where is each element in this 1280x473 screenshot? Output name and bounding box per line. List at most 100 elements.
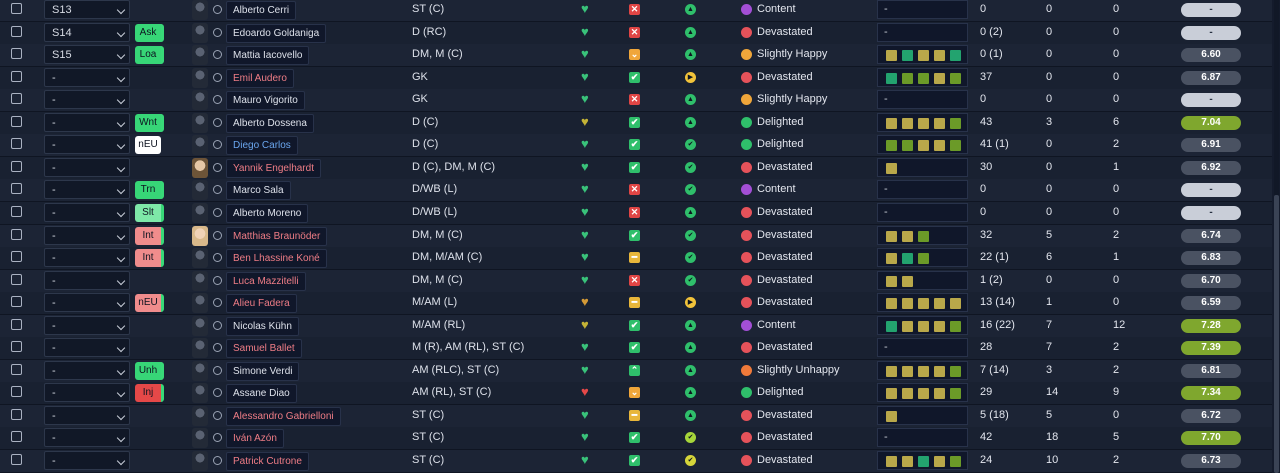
player-name[interactable]: Alberto Dossena xyxy=(226,113,314,133)
row-checkbox[interactable] xyxy=(11,3,22,14)
role-badge[interactable]: Inj xyxy=(135,384,164,403)
player-name[interactable]: Mauro Vigorito xyxy=(226,91,305,111)
row-checkbox[interactable] xyxy=(11,228,22,240)
role-badge[interactable]: Wnt xyxy=(135,113,164,132)
squad-number-select[interactable]: S14 xyxy=(44,22,130,42)
table-row[interactable]: S13 Alberto Cerri ST (C) ♥ ✕ ▲ Content - 0 0 0 - xyxy=(0,0,1272,22)
player-name[interactable]: Alessandro Gabrielloni xyxy=(226,406,341,426)
table-row[interactable]: - Emil Audero GK ♥ ✔ ▶ Devastated 37 0 0 6.87 xyxy=(0,66,1272,90)
player-name[interactable]: Assane Diao xyxy=(226,384,297,404)
table-row[interactable]: - Alessandro Gabrielloni ST (C) ♥ ━ ▲ Devastat… xyxy=(0,404,1272,428)
table-row[interactable]: - Patrick Cutrone ST (C) ♥ ✔ ✔ Devastated 24 10 2… xyxy=(0,450,1272,473)
squad-number-select[interactable]: - xyxy=(44,405,130,425)
player-name[interactable]: Marco Sala xyxy=(226,181,291,201)
squad-number-select[interactable]: S13 xyxy=(44,0,130,19)
squad-number-select[interactable]: - xyxy=(44,360,130,380)
squad-number-select[interactable]: - xyxy=(44,112,130,132)
row-checkbox[interactable] xyxy=(11,431,22,443)
squad-number-select[interactable]: - xyxy=(44,383,130,403)
row-checkbox[interactable] xyxy=(11,273,22,285)
role-badge[interactable]: Ask xyxy=(135,23,164,42)
table-row[interactable]: - Wnt Alberto Dossena D (C) ♥ ✔ ▲ Delighted 43 3 6… xyxy=(0,111,1272,135)
squad-number-select[interactable]: - xyxy=(44,135,130,155)
squad-number-select[interactable]: - xyxy=(44,248,130,268)
row-checkbox[interactable] xyxy=(11,115,22,127)
player-name[interactable]: Alberto Moreno xyxy=(226,203,309,223)
table-row[interactable]: - Trn Marco Sala D/WB (L) ♥ ✕ ✔ Content - 0 0 0 - xyxy=(0,179,1272,203)
row-checkbox[interactable] xyxy=(11,138,22,150)
table-row[interactable]: - Int Ben Lhassine Koné DM, M/AM (C) ♥ ━ ✔ Deva… xyxy=(0,247,1272,271)
table-row[interactable]: - Yannik Engelhardt D (C), DM, M (C) ♥ ✔ ✔ Dev… xyxy=(0,156,1272,180)
table-row[interactable]: - Luca Mazzitelli DM, M (C) ♥ ✕ ✔ Devastated 1 … xyxy=(0,269,1272,293)
player-name[interactable]: Edoardo Goldaniga xyxy=(226,23,327,43)
table-row[interactable]: - Slt Alberto Moreno D/WB (L) ♥ ✕ ▲ Devastated -… xyxy=(0,201,1272,225)
role-badge[interactable]: Trn xyxy=(135,181,164,200)
player-name[interactable]: Mattia Iacovello xyxy=(226,46,310,66)
row-checkbox[interactable] xyxy=(11,251,22,263)
morale-face-icon xyxy=(741,184,752,196)
player-name[interactable]: Matthias Braunöder xyxy=(226,226,328,246)
row-checkbox[interactable] xyxy=(11,93,22,105)
table-row[interactable]: - Mauro Vigorito GK ♥ ✕ ▲ Slightly Happy - 0 0 0 - xyxy=(0,89,1272,113)
squad-number-select[interactable]: - xyxy=(44,225,130,245)
table-row[interactable]: - Inj Assane Diao AM (RL), ST (C) ♥ ⌄ ▲ Delight… xyxy=(0,382,1272,406)
table-row[interactable]: - nEU Alieu Fadera M/AM (L) ♥ ━ ▶ Devastated 13 … xyxy=(0,292,1272,316)
player-name[interactable]: Ben Lhassine Koné xyxy=(226,249,327,269)
role-badge[interactable]: nEU xyxy=(135,136,161,155)
squad-number-select[interactable]: - xyxy=(44,180,130,200)
row-checkbox[interactable] xyxy=(11,70,22,82)
table-row[interactable]: - nEU Diego Carlos D (C) ♥ ✔ ✔ Delighted 41 (1) 0… xyxy=(0,134,1272,158)
player-name[interactable]: Iván Azón xyxy=(226,429,284,449)
player-name[interactable]: Simone Verdi xyxy=(226,361,300,381)
table-row[interactable]: - Iván Azón ST (C) ♥ ✔ ✔ Devastated - 42 18 5 7.70 xyxy=(0,427,1272,451)
scrollbar-thumb[interactable] xyxy=(1274,195,1279,473)
table-row[interactable]: - Nicolas Kühn M/AM (RL) ♥ ✔ ▲ Content 16 (22) 7… xyxy=(0,314,1272,338)
player-name[interactable]: Emil Audero xyxy=(226,68,294,88)
player-name[interactable]: Patrick Cutrone xyxy=(226,452,309,471)
row-checkbox[interactable] xyxy=(11,341,22,353)
role-badge[interactable]: nEU xyxy=(135,294,164,313)
row-checkbox[interactable] xyxy=(11,318,22,330)
squad-number-select[interactable]: - xyxy=(44,428,130,448)
squad-number-select[interactable]: - xyxy=(44,67,130,87)
vertical-scrollbar[interactable] xyxy=(1274,0,1279,473)
row-checkbox[interactable] xyxy=(11,160,22,172)
role-badge[interactable]: Loa xyxy=(135,46,164,65)
table-row[interactable]: S14 Ask Edoardo Goldaniga D (RC) ♥ ✕ ▲ Devastat… xyxy=(0,21,1272,45)
form-block xyxy=(886,140,897,152)
player-name[interactable]: Nicolas Kühn xyxy=(226,316,299,336)
row-checkbox[interactable] xyxy=(11,205,22,217)
role-badge[interactable]: Int xyxy=(135,226,164,245)
table-row[interactable]: - Samuel Ballet M (R), AM (RL), ST (C) ♥ ✔ ▲ D… xyxy=(0,337,1272,361)
row-checkbox[interactable] xyxy=(11,48,22,60)
row-checkbox[interactable] xyxy=(11,408,22,420)
squad-number-select[interactable]: - xyxy=(44,90,130,110)
squad-number-select[interactable]: - xyxy=(44,338,130,358)
squad-number-select[interactable]: - xyxy=(44,270,130,290)
player-name[interactable]: Yannik Engelhardt xyxy=(226,158,321,178)
squad-number-select[interactable]: - xyxy=(44,451,130,470)
player-name[interactable]: Luca Mazzitelli xyxy=(226,271,306,291)
squad-number-select[interactable]: - xyxy=(44,202,130,222)
row-checkbox[interactable] xyxy=(11,454,22,465)
row-checkbox[interactable] xyxy=(11,363,22,375)
row-checkbox[interactable] xyxy=(11,183,22,195)
row-checkbox[interactable] xyxy=(11,386,22,398)
player-name[interactable]: Alieu Fadera xyxy=(226,294,297,314)
table-row[interactable]: - Unh Simone Verdi AM (RLC), ST (C) ♥ ⌃ ▲ Sligh… xyxy=(0,359,1272,383)
squad-number-select[interactable]: S15 xyxy=(44,45,130,65)
player-name[interactable]: Samuel Ballet xyxy=(226,339,302,359)
row-checkbox[interactable] xyxy=(11,296,22,308)
squad-number-select[interactable]: - xyxy=(44,315,130,335)
player-name[interactable]: Diego Carlos xyxy=(226,136,298,156)
squad-number-select[interactable]: - xyxy=(44,157,130,177)
recent-form xyxy=(877,293,968,313)
row-checkbox[interactable] xyxy=(11,25,22,37)
player-name[interactable]: Alberto Cerri xyxy=(226,1,297,20)
role-badge[interactable]: Slt xyxy=(135,203,164,222)
role-badge[interactable]: Unh xyxy=(135,361,164,380)
table-row[interactable]: S15 Loa Mattia Iacovello DM, M (C) ♥ ⌄ ▲ Slight… xyxy=(0,44,1272,68)
squad-number-select[interactable]: - xyxy=(44,293,130,313)
role-badge[interactable]: Int xyxy=(135,249,164,268)
table-row[interactable]: - Int Matthias Braunöder DM, M (C) ♥ ✔ ✔ Devast… xyxy=(0,224,1272,248)
